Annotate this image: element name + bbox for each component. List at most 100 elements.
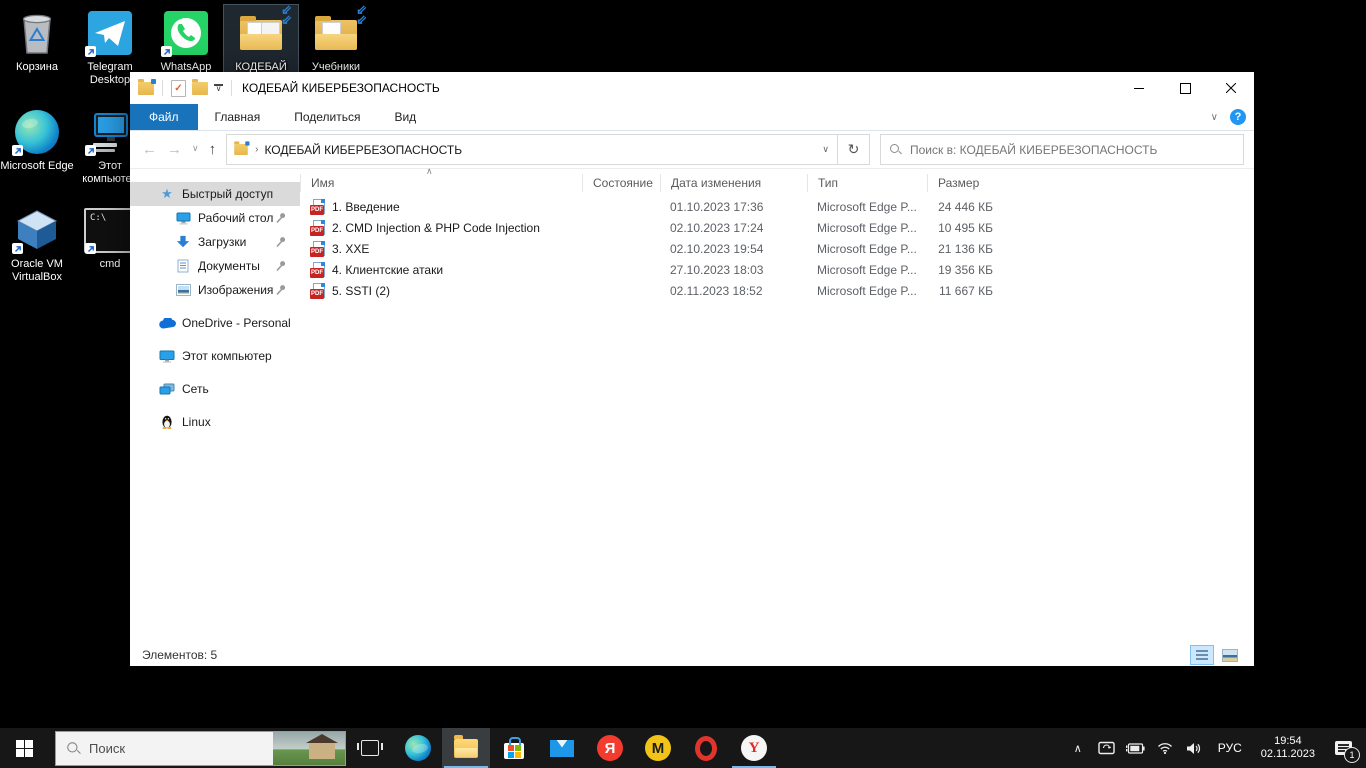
desktop-icon-uchebniki[interactable]: PDF ⇙⇙ Учебники	[299, 5, 373, 76]
taskbar-opera[interactable]	[682, 728, 730, 768]
details-view-button[interactable]	[1190, 645, 1214, 665]
shortcut-overlay-icon	[85, 46, 96, 57]
file-list: ∧ Имя Состояние Дата изменения Тип Разме…	[300, 168, 1244, 644]
items-count: Элементов: 5	[142, 648, 217, 662]
maximize-button[interactable]	[1162, 72, 1208, 104]
file-size: 21 136 КБ	[927, 242, 999, 256]
file-type: Microsoft Edge P...	[807, 284, 927, 298]
breadcrumb[interactable]: КОДЕБАЙ КИБЕРБЕЗОПАСНОСТЬ	[264, 143, 816, 157]
shortcut-overlay-icon	[161, 46, 172, 57]
column-header-status[interactable]: Состояние	[582, 174, 660, 192]
back-icon[interactable]: ←	[142, 141, 157, 158]
documents-icon	[174, 259, 192, 273]
this-pc-icon	[158, 350, 176, 363]
shortcut-overlay-icon	[85, 243, 96, 254]
taskbar-file-explorer[interactable]	[442, 728, 490, 768]
file-explorer-icon	[454, 739, 478, 758]
taskbar-search-input[interactable]: Поиск	[55, 731, 346, 766]
file-modified: 02.10.2023 19:54	[660, 242, 807, 256]
sidebar-item-linux[interactable]: Linux	[130, 410, 300, 434]
start-button[interactable]	[0, 728, 48, 768]
taskbar-edge[interactable]	[394, 728, 442, 768]
volume-icon[interactable]	[1183, 728, 1205, 768]
windows-logo-icon	[16, 740, 33, 757]
desktop-icon-edge[interactable]: Microsoft Edge	[0, 104, 74, 175]
display-cast-icon[interactable]	[1096, 728, 1118, 768]
sidebar-item-downloads[interactable]: Загрузки	[130, 230, 300, 254]
task-view-button[interactable]	[346, 728, 394, 768]
minimize-button[interactable]	[1116, 72, 1162, 104]
customize-toolbar-icon[interactable]: ∨	[214, 84, 223, 92]
column-headers: ∧ Имя Состояние Дата изменения Тип Разме…	[300, 170, 1244, 196]
pdf-file-icon: PDF	[310, 262, 326, 278]
bing-daily-image[interactable]	[273, 732, 345, 765]
thumbnails-view-button[interactable]	[1218, 645, 1242, 665]
taskbar: Поиск Я M Y ∧	[0, 728, 1366, 768]
file-row[interactable]: PDF2. CMD Injection & PHP Code Injection…	[300, 217, 1244, 238]
linux-penguin-icon	[158, 415, 176, 429]
clock[interactable]: 19:54 02.11.2023	[1255, 735, 1321, 761]
tab-share[interactable]: Поделиться	[277, 104, 377, 130]
compressed-overlay-icon: ⇙⇙	[356, 5, 367, 25]
new-folder-icon[interactable]	[192, 82, 208, 95]
file-row[interactable]: PDF1. Введение 01.10.2023 17:36 Microsof…	[300, 196, 1244, 217]
address-dropdown-icon[interactable]: ∨	[822, 144, 831, 155]
taskbar-mail[interactable]	[538, 728, 586, 768]
refresh-button[interactable]: ↻	[838, 134, 870, 165]
shortcut-overlay-icon	[12, 145, 23, 156]
forward-icon[interactable]: →	[167, 141, 182, 158]
folder-pdf-icon: PDF ⇙⇙	[224, 7, 298, 59]
recent-locations-icon[interactable]: ∨	[192, 143, 199, 154]
yandex-app-icon: Я	[597, 735, 623, 761]
sidebar-item-pictures[interactable]: Изображения	[130, 278, 300, 302]
sidebar-item-documents[interactable]: Документы	[130, 254, 300, 278]
column-header-name[interactable]: Имя	[300, 174, 582, 192]
address-bar[interactable]: › КОДЕБАЙ КИБЕРБЕЗОПАСНОСТЬ ∨	[226, 134, 838, 165]
hidden-icons-chevron[interactable]: ∧	[1067, 728, 1089, 768]
sidebar-item-onedrive[interactable]: OneDrive - Personal	[130, 311, 300, 335]
sidebar-item-desktop[interactable]: Рабочий стол	[130, 206, 300, 230]
properties-icon[interactable]: ✓	[171, 80, 186, 97]
file-row[interactable]: PDF5. SSTI (2) 02.11.2023 18:52 Microsof…	[300, 280, 1244, 301]
desktop-icon-label: Oracle VM VirtualBox	[0, 258, 74, 284]
desktop-icon-virtualbox[interactable]: Oracle VM VirtualBox	[0, 202, 74, 286]
up-icon[interactable]: ↑	[209, 141, 217, 158]
desktop-icon-whatsapp[interactable]: WhatsApp	[149, 5, 223, 76]
sidebar-item-quick-access[interactable]: ★ Быстрый доступ	[130, 182, 300, 206]
taskbar-yandex-browser[interactable]: Y	[730, 728, 778, 768]
column-header-type[interactable]: Тип	[807, 174, 927, 192]
ribbon-collapse-icon[interactable]: ∨	[1211, 112, 1218, 123]
language-indicator[interactable]: РУС	[1212, 741, 1248, 755]
battery-icon[interactable]	[1125, 728, 1147, 768]
desktop-icon-kodebay[interactable]: PDF ⇙⇙ КОДЕБАЙ	[224, 5, 298, 76]
column-header-modified[interactable]: Дата изменения	[660, 174, 807, 192]
taskbar-yandex-app[interactable]: Я	[586, 728, 634, 768]
compressed-overlay-icon: ⇙⇙	[281, 5, 292, 25]
search-input[interactable]: Поиск в: КОДЕБАЙ КИБЕРБЕЗОПАСНОСТЬ	[880, 134, 1244, 165]
tab-view[interactable]: Вид	[377, 104, 433, 130]
sidebar-item-network[interactable]: Сеть	[130, 377, 300, 401]
yandex-browser-icon: Y	[741, 735, 767, 761]
desktop-icon-recycle-bin[interactable]: Корзина	[0, 5, 74, 76]
column-header-size[interactable]: Размер	[927, 174, 999, 192]
file-row[interactable]: PDF3. XXE 02.10.2023 19:54 Microsoft Edg…	[300, 238, 1244, 259]
taskbar-m-app[interactable]: M	[634, 728, 682, 768]
tab-home[interactable]: Главная	[198, 104, 278, 130]
taskbar-microsoft-store[interactable]	[490, 728, 538, 768]
sidebar-item-this-pc[interactable]: Этот компьютер	[130, 344, 300, 368]
virtualbox-icon	[0, 204, 74, 256]
file-row[interactable]: PDF4. Клиентские атаки 27.10.2023 18:03 …	[300, 259, 1244, 280]
action-center-button[interactable]: 1	[1328, 728, 1358, 768]
pin-icon	[275, 236, 286, 251]
edge-icon	[405, 735, 431, 761]
close-button[interactable]	[1208, 72, 1254, 104]
wifi-icon[interactable]	[1154, 728, 1176, 768]
file-type: Microsoft Edge P...	[807, 221, 927, 235]
file-modified: 27.10.2023 18:03	[660, 263, 807, 277]
opera-icon	[695, 736, 717, 761]
help-button[interactable]: ?	[1230, 109, 1246, 125]
details-view-icon	[1196, 650, 1208, 660]
whatsapp-icon	[149, 7, 223, 59]
breadcrumb-separator: ›	[255, 144, 258, 155]
tab-file[interactable]: Файл	[130, 104, 198, 130]
